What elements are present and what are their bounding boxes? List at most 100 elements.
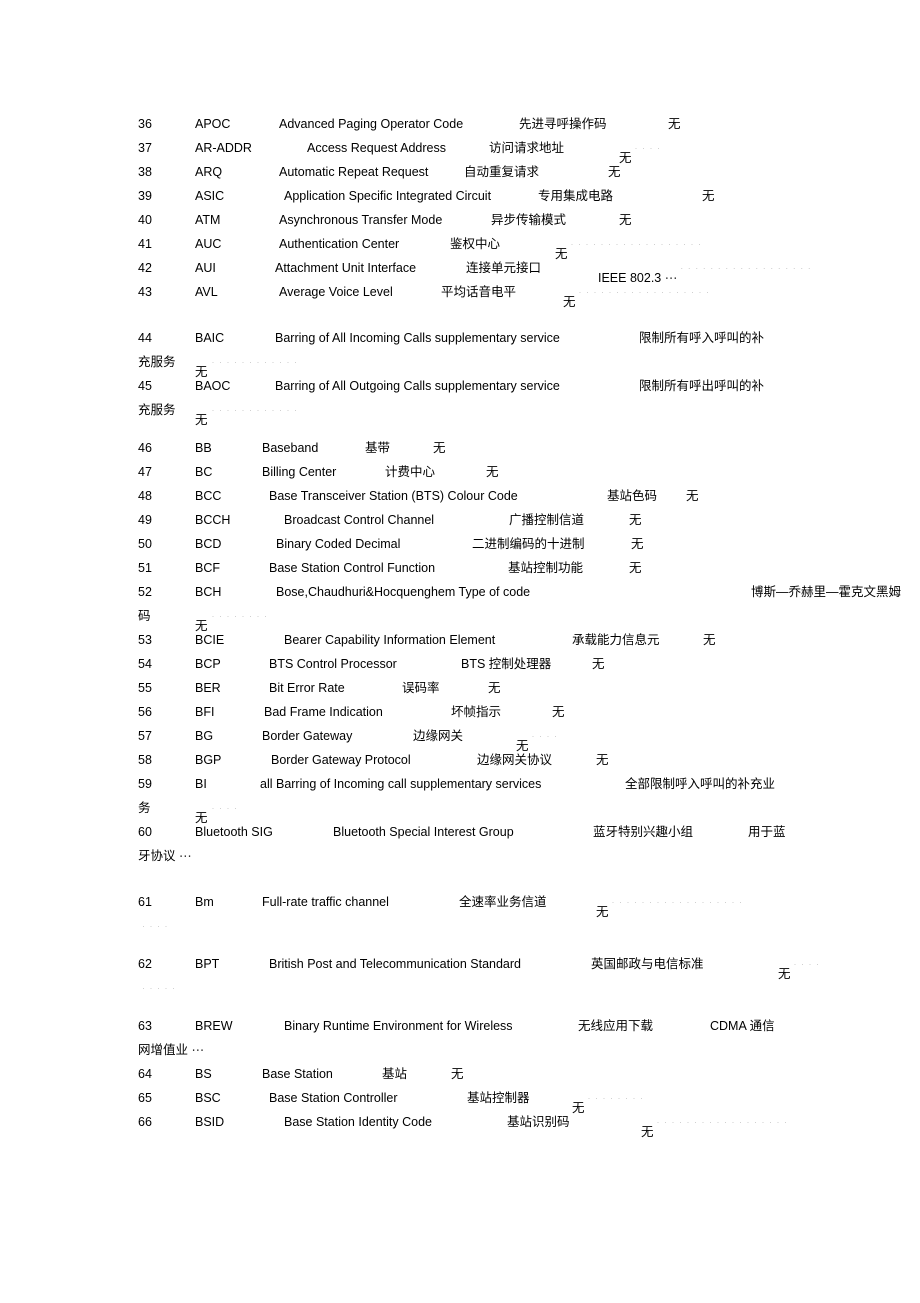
table-row: 45 BAOC Barring of All Outgoing Calls supp… xyxy=(138,374,890,398)
table-row: 59 BI all Barring of Incoming call supplem… xyxy=(138,772,890,796)
table-row: 51 BCF Base Station Control Function 基站控制功能… xyxy=(138,556,890,580)
row-chinese-name: 自动重复请求 xyxy=(464,165,540,179)
row-abbreviation: AR-ADDR xyxy=(195,141,252,155)
row-english-name: Advanced Paging Operator Code xyxy=(279,117,464,131)
row-remark: 无· · · · · · · · · · · · · · · · · · xyxy=(563,280,709,314)
row-abbreviation: BCIE xyxy=(195,633,225,647)
row-abbreviation: AVL xyxy=(195,285,218,299)
row-chinese-name: 误码率 xyxy=(402,681,440,695)
table-row-continuation: 充服务无· · · · · · · · · · · · · · xyxy=(138,350,890,379)
row-chinese-name: 无线应用下载 xyxy=(578,1019,654,1033)
row-index: 51 xyxy=(138,561,152,575)
table-row: 38 ARQ Automatic Repeat Request 自动重复请求 无 xyxy=(138,160,890,184)
scan-artifact-dots: · · · · · · · · · · · · · · · · · · xyxy=(656,1117,788,1127)
row-chinese-name: 异步传输模式 xyxy=(491,213,567,227)
row-index: 47 xyxy=(138,465,152,479)
table-row: 42 AUI Attachment Unit Interface 连接单元接口 IEEE… xyxy=(138,256,890,285)
row-remark: CDMA 通信 xyxy=(710,1019,775,1033)
row-index: 50 xyxy=(138,537,152,551)
row-remark: 无 xyxy=(608,165,621,179)
row-chinese-name: 全部限制呼入呼叫的补充业 xyxy=(625,777,776,791)
table-row-continuation: 充服务无· · · · · · · · · · · · · · xyxy=(138,398,890,427)
row-chinese-name: 承载能力信息元 xyxy=(572,633,660,647)
row-english-name: Application Specific Integrated Circuit xyxy=(284,189,492,203)
row-chinese-name: BTS 控制处理器 xyxy=(461,657,552,671)
table-row: 54 BCP BTS Control Processor BTS 控制处理器 无 xyxy=(138,652,890,676)
scan-artifact-dots: · · · · · · · · · · · · · · xyxy=(211,803,242,813)
table-row: 60 Bluetooth SIG Bluetooth Special Interes… xyxy=(138,820,890,844)
row-index: 64 xyxy=(138,1067,152,1081)
table-row: 37 AR-ADDR Access Request Address 访问请求地址 无· … xyxy=(138,136,890,165)
row-index: 63 xyxy=(138,1019,152,1033)
row-remark: 无 xyxy=(552,705,565,719)
row-english-name: Bearer Capability Information Element xyxy=(284,633,496,647)
row-abbreviation: BAIC xyxy=(195,331,225,345)
row-chinese-name: 先进寻呼操作码 xyxy=(519,117,607,131)
row-chinese-name: 二进制编码的十进制 xyxy=(472,537,585,551)
row-index: 56 xyxy=(138,705,152,719)
row-abbreviation: BC xyxy=(195,465,213,479)
row-index: 40 xyxy=(138,213,152,227)
row-abbreviation: ATM xyxy=(195,213,221,227)
row-remark: 无 xyxy=(686,489,699,503)
row-index: 46 xyxy=(138,441,152,455)
row-chinese-name: 基站识别码 xyxy=(507,1115,570,1129)
row-english-name: British Post and Telecommunication Stand… xyxy=(269,957,521,971)
table-row: 36 APOC Advanced Paging Operator Code 先进寻呼操… xyxy=(138,112,890,136)
table-row: 53 BCIE Bearer Capability Information Elem… xyxy=(138,628,890,652)
row-chinese-name-wrap: 充服务 xyxy=(138,403,176,417)
row-abbreviation: BG xyxy=(195,729,214,743)
row-english-name: Barring of All Incoming Calls supplement… xyxy=(275,331,560,345)
row-english-name: all Barring of Incoming call supplementa… xyxy=(260,777,542,791)
row-chinese-name: 限制所有呼入呼叫的补 xyxy=(639,331,765,345)
row-remark: 无 xyxy=(596,753,609,767)
row-chinese-name: 广播控制信道 xyxy=(509,513,585,527)
row-remark: 无 xyxy=(488,681,501,695)
scan-artifact-dots: · · · · · · · · · · · · · · · · · · xyxy=(634,143,665,153)
row-index: 58 xyxy=(138,753,152,767)
row-index: 41 xyxy=(138,237,152,251)
row-abbreviation: BREW xyxy=(195,1019,233,1033)
row-english-name: Binary Coded Decimal xyxy=(276,537,401,551)
scan-artifact-dots: · · · · · · · · · · · · · · · · · · xyxy=(587,1093,648,1103)
table-row: 46 BB Baseband 基带 无 xyxy=(138,436,890,460)
row-chinese-name: 全速率业务信道 xyxy=(459,895,547,909)
row-abbreviation: BB xyxy=(195,441,212,455)
table-row: 50 BCD Binary Coded Decimal 二进制编码的十进制 无 xyxy=(138,532,890,556)
row-chinese-name: 坏帧指示 xyxy=(451,705,502,719)
row-chinese-name-wrap: 充服务 xyxy=(138,355,176,369)
row-english-name: Bluetooth Special Interest Group xyxy=(333,825,514,839)
table-row: 52 BCH Bose,Chaudhuri&Hocquenghem Type of … xyxy=(138,580,901,604)
scan-artifact-dots: · · · · · · · · · · · · · · · · · · xyxy=(680,263,812,273)
row-english-name: Barring of All Outgoing Calls supplement… xyxy=(275,379,560,393)
row-abbreviation: Bluetooth SIG xyxy=(195,825,273,839)
row-remark: 用于蓝 xyxy=(748,825,786,839)
row-abbreviation: BCC xyxy=(195,489,222,503)
table-row: 61 Bm Full-rate traffic channel 全速率业务信道 无· ·… xyxy=(138,890,890,919)
scan-artifact-dots: · · · · · · · · · · · · · · · · · · xyxy=(611,897,742,907)
row-abbreviation: BCH xyxy=(195,585,222,599)
row-index: 49 xyxy=(138,513,152,527)
row-index: 55 xyxy=(138,681,152,695)
row-index: 66 xyxy=(138,1115,152,1129)
row-abbreviation: ASIC xyxy=(195,189,225,203)
table-row: 64 BS Base Station 基站 无 xyxy=(138,1062,890,1086)
row-chinese-name-wrap: 网增值业 ⋯ xyxy=(138,1043,204,1057)
row-abbreviation: BI xyxy=(195,777,207,791)
wrap-ellipsis: ⋯ xyxy=(175,849,192,863)
row-english-name: Access Request Address xyxy=(307,141,446,155)
row-abbreviation: AUC xyxy=(195,237,222,251)
row-chinese-name: 基站控制器 xyxy=(467,1091,530,1105)
scan-artifact-dots: · · · · · · · · · · · · · · xyxy=(211,405,302,415)
row-remark: 无 xyxy=(631,537,644,551)
row-english-name: Base Station Identity Code xyxy=(284,1115,433,1129)
row-remark: 无 xyxy=(629,561,642,575)
table-row: 41 AUC Authentication Center 鉴权中心 无· · · · ·… xyxy=(138,232,890,261)
table-row: 55 BER Bit Error Rate 误码率 无 xyxy=(138,676,890,700)
table-row: 40 ATM Asynchronous Transfer Mode 异步传输模式 无 xyxy=(138,208,890,232)
row-index: 48 xyxy=(138,489,152,503)
table-row: 63 BREW Binary Runtime Environment for Wir… xyxy=(138,1014,890,1038)
row-chinese-name: 边缘网关协议 xyxy=(477,753,553,767)
row-remark: 无 xyxy=(486,465,499,479)
row-abbreviation: BCCH xyxy=(195,513,231,527)
